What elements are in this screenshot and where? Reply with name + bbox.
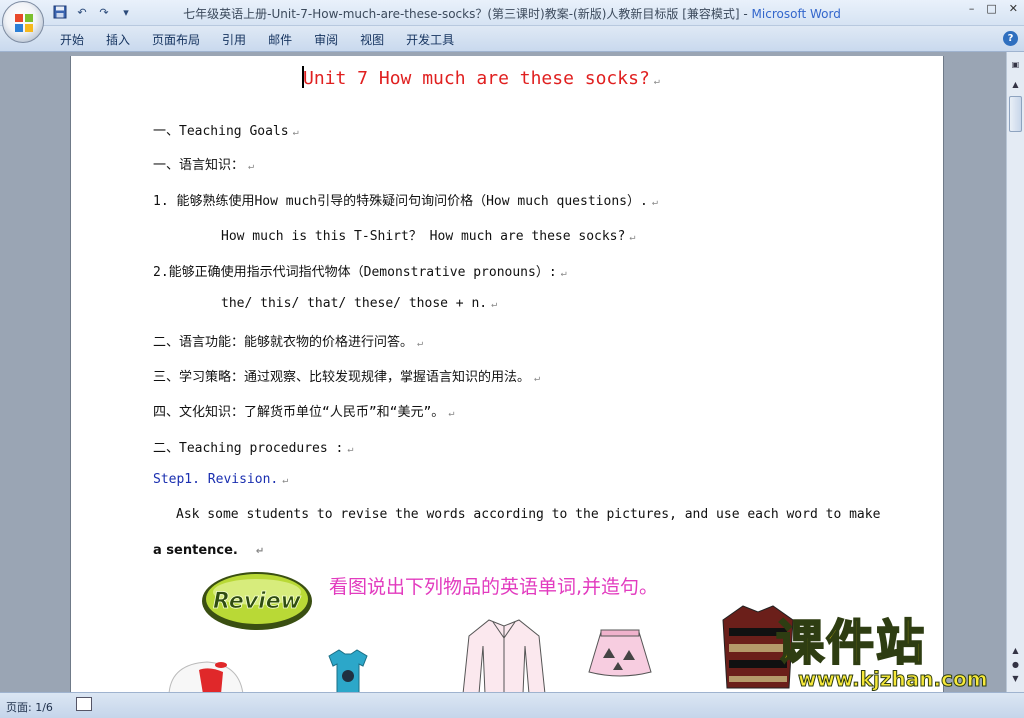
ribbon-tabs: 开始 插入 页面布局 引用 邮件 审阅 视图 开发工具 ?: [0, 26, 1024, 52]
document-area: Unit 7 How much are these socks? ↵ 一、Teac…: [0, 52, 1006, 692]
site-watermark: 课件站 www.kjzhan.com: [775, 615, 1008, 696]
app-name: Microsoft Word: [751, 7, 841, 21]
browse-object-button[interactable]: ●: [1009, 660, 1022, 674]
watermark-url: www.kjzhan.com: [798, 667, 989, 691]
goal-item-1: 1. 能够熟练使用How much引导的特殊疑问句询问价格（How much q…: [153, 194, 658, 209]
minimize-button[interactable]: –: [969, 2, 975, 15]
demonstrative-list: the/ this/ that/ these/ those + n. ↵: [221, 296, 498, 311]
document-title: Unit 7 How much are these socks? ↵: [303, 68, 660, 89]
learning-strategy: 三、学习策略：通过观察、比较发现规律，掌握语言知识的用法。 ↵: [153, 370, 541, 385]
office-logo-icon: [15, 14, 33, 32]
skirt-picture: [588, 629, 652, 677]
tab-developer[interactable]: 开发工具: [406, 31, 469, 48]
cultural-knowledge: 四、文化知识：了解货币单位“人民币”和“美元”。 ↵: [153, 405, 455, 420]
close-button[interactable]: ✕: [1009, 2, 1018, 15]
instruction-paragraph: Ask some students to revise the words ac…: [176, 507, 881, 522]
maximize-button[interactable]: □: [986, 2, 996, 15]
tab-references[interactable]: 引用: [222, 31, 261, 48]
vertical-scrollbar[interactable]: ▣ ▲ ▲ ● ▼: [1006, 52, 1024, 692]
next-page-button[interactable]: ▼: [1009, 674, 1022, 688]
help-button[interactable]: ?: [1003, 31, 1018, 46]
heading-language-knowledge: 一、语言知识： ↵: [153, 158, 255, 173]
previous-page-button[interactable]: ▲: [1009, 646, 1022, 660]
picture-caption: 看图说出下列物品的英语单词,并造句。: [329, 576, 659, 598]
title-bar: ↶ ↷ ▾ 七年级英语上册-Unit-7-How-much-are-these-…: [0, 0, 1024, 26]
tab-insert[interactable]: 插入: [106, 31, 145, 48]
window-controls: – □ ✕: [969, 2, 1018, 15]
language-function: 二、语言功能：能够就衣物的价格进行问答。 ↵: [153, 335, 424, 350]
heading-teaching-goals: 一、Teaching Goals ↵: [153, 124, 299, 139]
tab-home[interactable]: 开始: [60, 31, 99, 48]
heading-teaching-procedures: 二、Teaching procedures : ↵: [153, 441, 354, 456]
jacket-picture: [462, 619, 546, 692]
scroll-up-button[interactable]: ▲: [1009, 80, 1022, 94]
proofing-icon[interactable]: [76, 697, 92, 711]
office-button[interactable]: [2, 1, 44, 43]
review-badge: Review: [202, 572, 312, 630]
scroll-thumb[interactable]: [1009, 96, 1022, 132]
tab-view[interactable]: 视图: [360, 31, 399, 48]
tshirt-picture: [328, 649, 368, 692]
tab-page-layout[interactable]: 页面布局: [152, 31, 215, 48]
tab-review[interactable]: 审阅: [314, 31, 353, 48]
watermark-text: 课件站: [775, 615, 927, 671]
ruler-toggle-icon[interactable]: ▣: [1009, 60, 1022, 74]
goal-item-2: 2.能够正确使用指示代词指代物体（Demonstrative pronouns）…: [153, 265, 567, 280]
example-questions: How much is this T-Shirt？ How much are t…: [221, 229, 636, 244]
page-number-indicator[interactable]: 页面: 1/6: [6, 699, 53, 715]
document-page[interactable]: Unit 7 How much are these socks? ↵ 一、Teac…: [70, 56, 944, 692]
review-label: Review: [213, 589, 302, 614]
step-revision: Step1. Revision. ↵: [153, 472, 289, 487]
window-title: 七年级英语上册-Unit-7-How-much-are-these-socks？…: [183, 7, 841, 21]
instruction-paragraph-end: a sentence. ↵: [153, 543, 265, 558]
tab-mailings[interactable]: 邮件: [268, 31, 307, 48]
cap-picture: [168, 661, 244, 692]
